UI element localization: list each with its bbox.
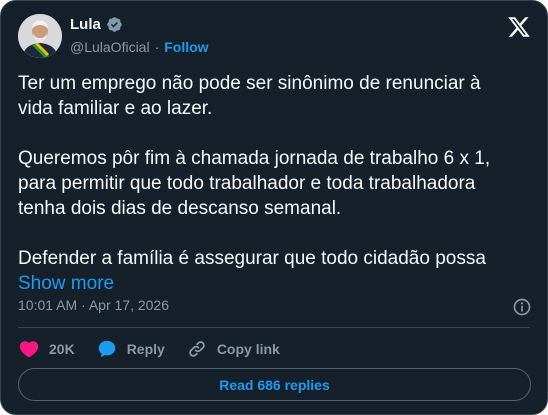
divider — [18, 327, 530, 328]
follow-button[interactable]: Follow — [164, 39, 208, 55]
author-name-row: Lula — [70, 16, 123, 33]
action-bar: 20K Reply Copy link — [18, 337, 301, 361]
reply-label: Reply — [126, 341, 165, 357]
author-handle[interactable]: @LulaOficial — [70, 39, 150, 55]
copy-link-button[interactable]: Copy link — [186, 338, 280, 360]
verified-badge-icon — [106, 16, 123, 33]
author-handle-row: @LulaOficial · Follow — [70, 39, 209, 55]
heart-icon — [18, 338, 40, 360]
show-more-link[interactable]: Show more — [18, 273, 114, 294]
tweet-card: Lula @LulaOficial · Follow Ter um empreg… — [0, 0, 548, 415]
link-icon — [186, 338, 208, 360]
author-name[interactable]: Lula — [70, 16, 101, 33]
info-icon[interactable] — [512, 297, 532, 317]
tweet-header: Lula @LulaOficial · Follow — [18, 14, 533, 60]
avatar[interactable] — [18, 14, 62, 58]
tweet-timestamp[interactable]: 10:01 AM · Apr 17, 2026 — [18, 297, 169, 313]
read-replies-button[interactable]: Read 686 replies — [18, 368, 531, 401]
x-logo-icon[interactable] — [507, 15, 531, 39]
reply-bubble-icon — [96, 338, 118, 360]
reply-button[interactable]: Reply — [96, 338, 165, 360]
like-count: 20K — [49, 341, 75, 357]
read-replies-label: Read 686 replies — [219, 376, 330, 393]
tweet-text: Ter um emprego não pode ser sinônimo de … — [18, 73, 491, 269]
like-button[interactable]: 20K — [18, 338, 75, 360]
separator-dot: · — [154, 39, 160, 55]
tweet-text-block: Ter um emprego não pode ser sinônimo de … — [18, 71, 518, 296]
copy-link-label: Copy link — [216, 341, 280, 357]
